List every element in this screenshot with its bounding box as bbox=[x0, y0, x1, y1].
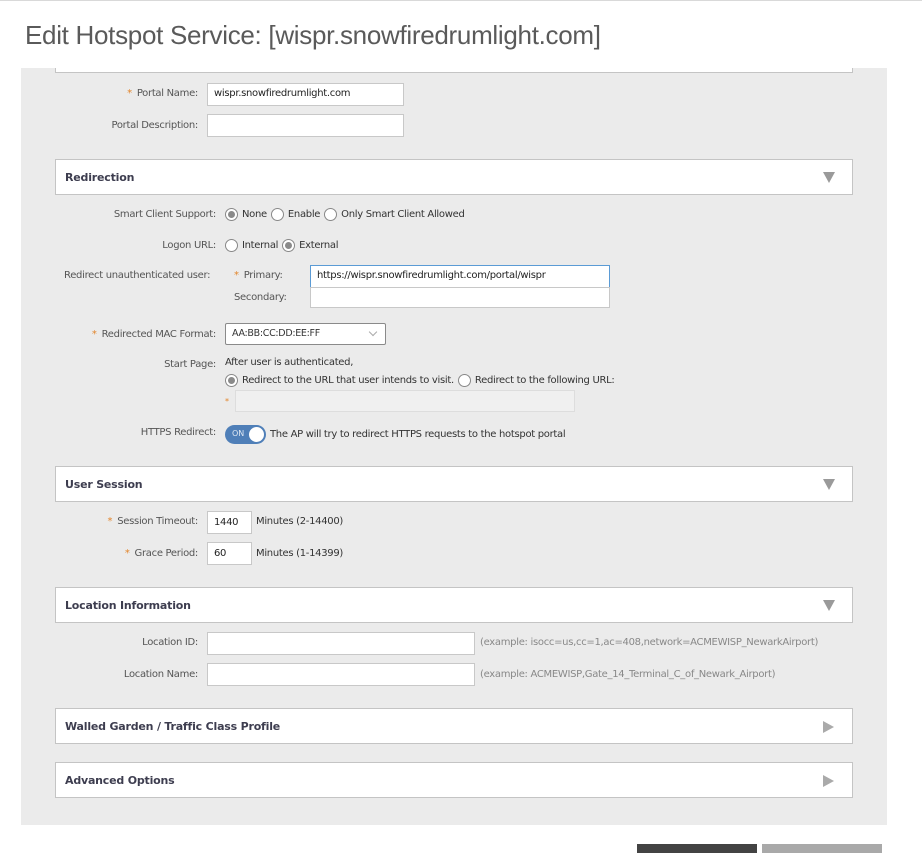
portal-description-input[interactable] bbox=[207, 114, 404, 137]
radio-start-page-intended[interactable] bbox=[225, 374, 238, 387]
section-walled-garden[interactable]: Walled Garden / Traffic Class Profile bbox=[55, 708, 853, 744]
expand-arrow-icon[interactable] bbox=[823, 775, 834, 787]
section-location-information[interactable]: Location Information bbox=[55, 587, 853, 623]
section-advanced-options[interactable]: Advanced Options bbox=[55, 762, 853, 798]
previous-section-box bbox=[55, 68, 853, 73]
portal-description-label: Portal Description: bbox=[111, 120, 198, 131]
expand-arrow-icon[interactable] bbox=[823, 721, 834, 733]
radio-smart-client-none[interactable] bbox=[225, 208, 238, 221]
ok-button[interactable] bbox=[637, 844, 757, 853]
required-marker: * bbox=[127, 88, 132, 99]
location-id-label: Location ID: bbox=[142, 637, 198, 648]
radio-label: Only Smart Client Allowed bbox=[341, 209, 465, 220]
grace-period-label: * Grace Period: bbox=[124, 548, 198, 559]
secondary-url-label: Secondary: bbox=[234, 292, 287, 303]
portal-name-label: * Portal Name: bbox=[127, 88, 198, 99]
mac-format-label: * Redirected MAC Format: bbox=[91, 329, 216, 340]
start-page-radio-group: Redirect to the URL that user intends to… bbox=[225, 374, 618, 387]
https-redirect-toggle[interactable]: ON bbox=[225, 425, 266, 444]
session-timeout-input[interactable]: 1440 bbox=[207, 511, 252, 534]
https-redirect-description: The AP will try to redirect HTTPS reques… bbox=[270, 429, 566, 440]
radio-start-page-following[interactable] bbox=[457, 374, 471, 387]
collapse-arrow-icon[interactable] bbox=[823, 172, 835, 183]
required-marker: * bbox=[225, 397, 229, 406]
location-id-input[interactable] bbox=[207, 632, 475, 655]
location-name-label: Location Name: bbox=[123, 669, 198, 680]
radio-label: External bbox=[299, 240, 339, 251]
start-page-label: Start Page: bbox=[164, 359, 216, 370]
https-redirect-label: HTTPS Redirect: bbox=[140, 427, 217, 438]
toggle-knob bbox=[249, 427, 264, 442]
required-marker: * bbox=[234, 270, 239, 281]
radio-label: Enable bbox=[287, 209, 321, 220]
secondary-url-input[interactable] bbox=[310, 287, 610, 308]
toggle-state: ON bbox=[232, 429, 245, 438]
smart-client-label: Smart Client Support: bbox=[113, 209, 216, 220]
chevron-down-icon bbox=[368, 327, 378, 337]
start-page-intro: After user is authenticated, bbox=[225, 357, 354, 368]
location-name-input[interactable] bbox=[207, 663, 475, 686]
section-redirection[interactable]: Redirection bbox=[55, 159, 853, 195]
required-marker: * bbox=[91, 329, 97, 340]
page-title: Edit Hotspot Service: [wispr.snowfiredru… bbox=[25, 20, 601, 50]
primary-url-label: * Primary: bbox=[234, 270, 283, 281]
smart-client-radio-group: None Enable Only Smart Client Allowed bbox=[225, 208, 469, 221]
radio-logon-internal[interactable] bbox=[225, 239, 238, 252]
radio-label: Redirect to the URL that user intends to… bbox=[242, 375, 454, 386]
logon-url-radio-group: Internal External bbox=[225, 239, 342, 252]
session-timeout-label: * Session Timeout: bbox=[107, 516, 199, 527]
radio-label: Internal bbox=[242, 240, 279, 251]
portal-name-input[interactable]: wispr.snowfiredrumlight.com bbox=[207, 83, 404, 106]
section-user-session[interactable]: User Session bbox=[55, 466, 853, 502]
location-id-example: (example: isocc=us,cc=1,ac=408,network=A… bbox=[480, 637, 819, 648]
cancel-button[interactable] bbox=[762, 844, 882, 853]
section-title: Walled Garden / Traffic Class Profile bbox=[65, 720, 281, 733]
section-title: Location Information bbox=[65, 599, 191, 612]
redirect-unauth-label: Redirect unauthenticated user: bbox=[64, 270, 211, 281]
collapse-arrow-icon[interactable] bbox=[823, 479, 835, 490]
top-divider bbox=[0, 0, 922, 1]
radio-smart-client-enable[interactable] bbox=[270, 208, 284, 221]
radio-smart-client-only[interactable] bbox=[324, 208, 338, 221]
session-timeout-hint: Minutes (2-14400) bbox=[256, 516, 344, 527]
grace-period-input[interactable]: 60 bbox=[207, 542, 252, 565]
required-marker: * bbox=[124, 548, 130, 559]
primary-url-input[interactable]: https://wispr.snowfiredrumlight.com/port… bbox=[310, 265, 610, 288]
mac-format-value: AA:BB:CC:DD:EE:FF bbox=[232, 328, 320, 339]
section-title: Advanced Options bbox=[65, 774, 175, 787]
collapse-arrow-icon[interactable] bbox=[823, 600, 835, 611]
form-panel: * Portal Name: wispr.snowfiredrumlight.co… bbox=[21, 68, 887, 825]
logon-url-label: Logon URL: bbox=[162, 240, 216, 251]
radio-logon-external[interactable] bbox=[282, 239, 296, 252]
start-page-url-input[interactable] bbox=[235, 390, 575, 412]
section-title: Redirection bbox=[65, 171, 135, 184]
required-marker: * bbox=[107, 516, 113, 527]
grace-period-hint: Minutes (1-14399) bbox=[256, 548, 344, 559]
radio-label: None bbox=[242, 209, 267, 220]
section-title: User Session bbox=[65, 478, 143, 491]
location-name-example: (example: ACMEWISP,Gate_14_Terminal_C_of… bbox=[480, 669, 776, 680]
radio-label: Redirect to the following URL: bbox=[474, 375, 615, 386]
mac-format-select[interactable]: AA:BB:CC:DD:EE:FF bbox=[225, 323, 386, 345]
